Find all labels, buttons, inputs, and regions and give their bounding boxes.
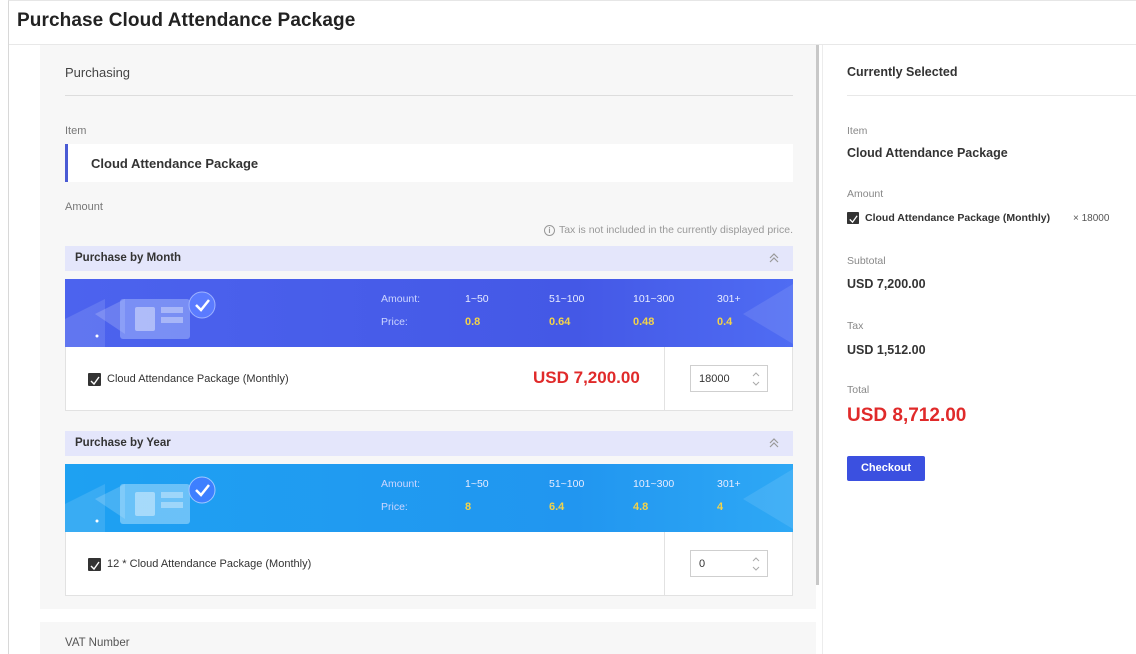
summary-amount-product: Cloud Attendance Package (Monthly) (865, 212, 1051, 224)
collapse-up-icon[interactable] (767, 435, 781, 451)
tier-range: 301+ (717, 293, 741, 305)
summary-amount-line: Cloud Attendance Package (Monthly) (847, 212, 1050, 224)
page-title: Purchase Cloud Attendance Package (17, 10, 356, 31)
quantity-stepper[interactable]: 0 (690, 550, 768, 577)
amount-label: Amount (65, 201, 103, 213)
product-name: 12 * Cloud Attendance Package (Monthly) (107, 558, 312, 570)
pricing-banner-year: Amount: Price: 1~50 51~100 101~300 301+ … (65, 464, 793, 534)
package-icon (847, 212, 859, 224)
product-name: Cloud Attendance Package (Monthly) (107, 373, 289, 385)
tier-range: 1~50 (465, 293, 489, 305)
summary-amount-qty: × 18000 (1073, 213, 1110, 224)
total-label: Total (847, 384, 870, 396)
checkout-button[interactable]: Checkout (847, 456, 925, 481)
purchasing-title: Purchasing (65, 65, 131, 80)
package-icon (88, 373, 101, 386)
product-price: USD 7,200.00 (533, 368, 640, 387)
summary-item-label: Item (847, 125, 868, 137)
tier-range: 101~300 (633, 293, 675, 305)
group-header-month[interactable]: Purchase by Month (65, 246, 793, 271)
product-row-month: Cloud Attendance Package (Monthly) USD 7… (65, 347, 793, 411)
item-label: Item (65, 125, 87, 137)
group-title-year: Purchase by Year (75, 437, 171, 449)
summary-item-value: Cloud Attendance Package (847, 146, 1008, 160)
tier-price-label: Price: (381, 501, 408, 513)
group-header-year[interactable]: Purchase by Year (65, 431, 793, 456)
purchasing-panel: Purchasing Item Cloud Attendance Package… (40, 45, 816, 609)
tax-note: i Tax is not included in the currently d… (543, 224, 793, 236)
subtotal-value: USD 7,200.00 (847, 277, 926, 291)
summary-panel: Currently Selected Item Cloud Attendance… (822, 45, 1136, 654)
tier-price: 4.8 (633, 501, 649, 513)
subtotal-label: Subtotal (847, 255, 886, 267)
tier-price: 0.64 (549, 316, 571, 328)
tier-price: 0.8 (465, 316, 481, 328)
stepper-arrows-icon[interactable] (751, 368, 761, 390)
tier-price-label: Price: (381, 316, 408, 328)
package-icon (88, 558, 101, 571)
tax-note-text: Tax is not included in the currently dis… (558, 224, 793, 236)
section-divider (65, 95, 793, 96)
tier-range: 301+ (717, 478, 741, 490)
vat-label: VAT Number (65, 637, 130, 649)
device-illustration-icon (65, 476, 216, 534)
total-value: USD 8,712.00 (847, 405, 967, 426)
quantity-value: 0 (699, 558, 706, 570)
tier-price: 8 (465, 501, 472, 513)
summary-title: Currently Selected (847, 65, 958, 79)
tier-range: 51~100 (549, 293, 585, 305)
vat-panel: VAT Number (40, 622, 816, 654)
tier-range: 101~300 (633, 478, 675, 490)
tier-amount-label: Amount: (381, 478, 421, 490)
stepper-arrows-icon[interactable] (751, 553, 761, 575)
item-value: Cloud Attendance Package (91, 156, 259, 171)
tier-range: 51~100 (549, 478, 585, 490)
item-box: Cloud Attendance Package (65, 144, 793, 182)
info-circle-icon: i (543, 224, 555, 236)
quantity-stepper[interactable]: 18000 (690, 365, 768, 392)
tier-range: 1~50 (465, 478, 489, 490)
tier-price: 0.4 (717, 316, 733, 328)
summary-amount-label: Amount (847, 188, 884, 200)
pricing-banner-month: Amount: Price: 1~50 51~100 101~300 301+ … (65, 279, 793, 349)
tax-label: Tax (847, 320, 864, 332)
collapse-up-icon[interactable] (767, 250, 781, 266)
tax-value: USD 1,512.00 (847, 343, 926, 357)
tier-price: 0.48 (633, 316, 655, 328)
group-title-month: Purchase by Month (75, 252, 182, 264)
scrollbar[interactable] (816, 45, 819, 585)
tier-price: 4 (717, 501, 724, 513)
tier-price: 6.4 (549, 501, 565, 513)
tier-amount-label: Amount: (381, 293, 421, 305)
quantity-value: 18000 (699, 373, 730, 385)
product-row-year: 12 * Cloud Attendance Package (Monthly) … (65, 532, 793, 596)
device-illustration-icon (65, 291, 216, 349)
